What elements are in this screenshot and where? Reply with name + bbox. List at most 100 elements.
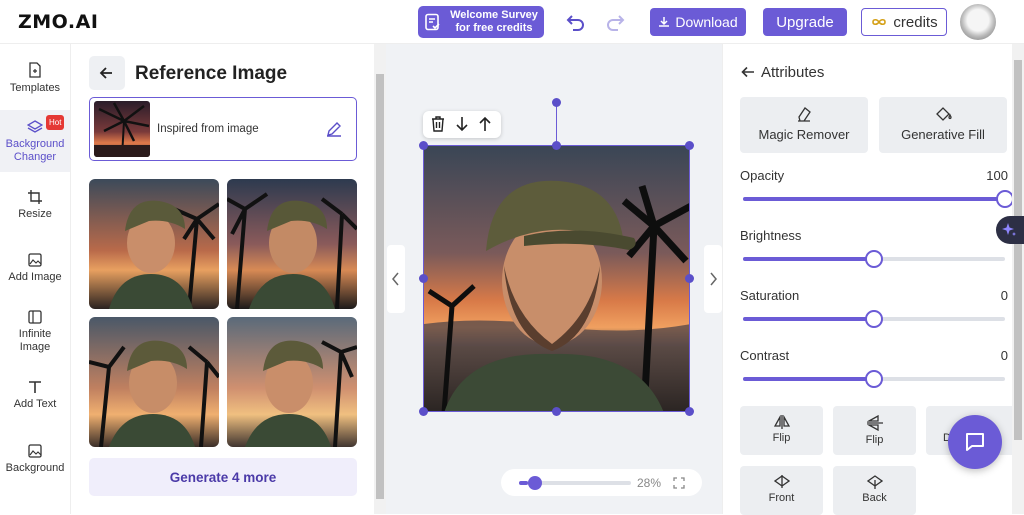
layers-icon <box>27 120 43 133</box>
collapse-right-button[interactable] <box>704 245 722 313</box>
upgrade-label: Upgrade <box>776 13 834 31</box>
saturation-slider[interactable] <box>743 310 1005 328</box>
send-back-button[interactable]: Back <box>833 466 916 515</box>
tool-label: Resize <box>18 208 52 220</box>
send-back-icon <box>866 475 883 489</box>
flip-vertical-button[interactable]: Flip <box>833 406 916 455</box>
undo-icon[interactable] <box>565 11 587 33</box>
resize-handle-top-right[interactable] <box>685 141 694 150</box>
template-icon <box>29 62 41 78</box>
credits-button[interactable]: credits <box>861 8 947 36</box>
page-scrollbar[interactable] <box>1012 44 1024 514</box>
tool-background[interactable]: Background <box>0 444 70 484</box>
collapse-left-button[interactable] <box>387 245 405 313</box>
tool-add-text[interactable]: Add Text <box>0 380 70 420</box>
survey-line-1: Welcome Survey <box>450 9 538 21</box>
tool-templates[interactable]: Templates <box>0 62 70 112</box>
inspired-label: Inspired from image <box>157 123 259 135</box>
canvas-image[interactable] <box>423 145 690 412</box>
flip-label: Flip <box>772 432 791 444</box>
arrow-left-icon <box>99 67 112 79</box>
chevron-right-icon <box>710 272 717 286</box>
chevron-left-icon <box>392 272 399 286</box>
download-label: Download <box>675 14 738 30</box>
tool-add-image[interactable]: Add Image <box>0 253 70 293</box>
generated-image[interactable] <box>89 179 219 309</box>
tool-infinite-image[interactable]: Infinite Image <box>0 310 70 356</box>
user-avatar[interactable] <box>960 4 996 40</box>
chat-bubble-icon <box>966 433 984 451</box>
generated-image[interactable] <box>227 317 357 447</box>
arrow-up-icon[interactable] <box>477 115 493 133</box>
download-button[interactable]: Download <box>650 8 746 36</box>
generated-image[interactable] <box>89 317 219 447</box>
brightness-slider[interactable] <box>743 250 1005 268</box>
object-toolbar <box>423 111 501 138</box>
eraser-icon <box>798 107 811 122</box>
panel-scrollbar[interactable] <box>374 44 386 514</box>
welcome-survey-button[interactable]: Welcome Survey for free credits <box>418 6 544 38</box>
app-logo[interactable]: ZMO.AI <box>18 11 98 33</box>
inspired-image-card[interactable]: Inspired from image <box>89 97 357 161</box>
slider-knob[interactable] <box>865 310 883 328</box>
trash-icon[interactable] <box>429 115 447 133</box>
generate-more-label: Generate 4 more <box>169 469 277 485</box>
opacity-value: 100 <box>986 168 1008 183</box>
resize-handle-bottom-left[interactable] <box>419 407 428 416</box>
crop-icon <box>28 190 42 204</box>
saturation-label: Saturation <box>740 288 800 303</box>
tool-sidebar: Templates Hot Background Changer Resize … <box>0 44 70 514</box>
credits-label: credits <box>893 13 938 31</box>
arrow-down-icon[interactable] <box>454 115 470 133</box>
pencil-icon[interactable] <box>325 120 343 138</box>
brightness-label: Brightness <box>740 228 802 243</box>
bring-front-button[interactable]: Front <box>740 466 823 515</box>
generated-image[interactable] <box>227 179 357 309</box>
slider-knob[interactable] <box>865 250 883 268</box>
opacity-slider[interactable] <box>743 190 1014 208</box>
flip-horizontal-icon <box>773 415 790 429</box>
chat-support-button[interactable] <box>948 415 1002 469</box>
scrollbar-thumb[interactable] <box>1014 60 1022 440</box>
resize-handle-right[interactable] <box>685 274 694 283</box>
zoom-slider-knob[interactable] <box>527 476 542 490</box>
zoom-percent: 28% <box>637 476 662 490</box>
portrait-image <box>89 317 219 447</box>
hot-badge: Hot <box>46 115 65 130</box>
zoom-track[interactable] <box>519 476 631 490</box>
magic-remover-label: Magic Remover <box>758 127 850 142</box>
paint-bucket-icon <box>936 107 952 121</box>
back-button[interactable] <box>89 56 125 90</box>
sparkle-icon <box>1002 223 1016 236</box>
resize-handle-top-left[interactable] <box>419 141 428 150</box>
rotate-handle[interactable] <box>552 98 561 107</box>
resize-handle-top[interactable] <box>552 141 561 150</box>
generate-more-button[interactable]: Generate 4 more <box>89 458 357 496</box>
redo-icon[interactable] <box>604 11 626 33</box>
rotate-stem <box>556 102 557 145</box>
tool-resize[interactable]: Resize <box>0 190 70 230</box>
tool-label: Add Text <box>13 398 57 410</box>
survey-icon <box>425 13 440 31</box>
flip-vertical-icon <box>866 415 883 431</box>
arrow-left-icon[interactable] <box>741 65 755 79</box>
scrollbar-thumb[interactable] <box>376 74 384 499</box>
flip-horizontal-button[interactable]: Flip <box>740 406 823 455</box>
resize-handle-bottom[interactable] <box>552 407 561 416</box>
expand-icon <box>28 310 42 324</box>
slider-knob[interactable] <box>865 370 883 388</box>
resize-handle-bottom-right[interactable] <box>685 407 694 416</box>
portrait-image <box>89 179 219 309</box>
resize-handle-left[interactable] <box>419 274 428 283</box>
fullscreen-icon[interactable] <box>673 477 685 489</box>
contrast-slider[interactable] <box>743 370 1005 388</box>
tool-background-changer[interactable]: Hot Background Changer <box>0 110 70 172</box>
upgrade-button[interactable]: Upgrade <box>763 8 847 36</box>
ai-assistant-tab[interactable] <box>996 216 1024 244</box>
generative-fill-button[interactable]: Generative Fill <box>879 97 1007 153</box>
download-icon <box>659 17 670 27</box>
magic-remover-button[interactable]: Magic Remover <box>740 97 868 153</box>
back-label: Back <box>862 492 887 504</box>
tool-label: Background <box>5 462 65 474</box>
tool-label: Infinite Image <box>18 328 52 353</box>
